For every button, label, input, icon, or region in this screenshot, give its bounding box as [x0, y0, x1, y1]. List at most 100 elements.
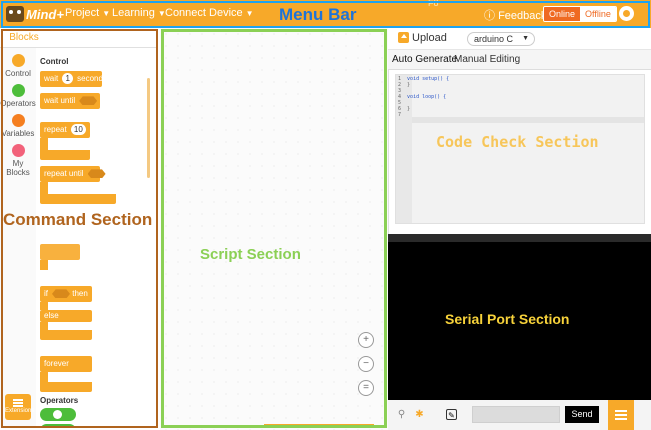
feedback-link[interactable]: ⓘ Feedback [484, 7, 546, 23]
block-text: repeat [44, 125, 67, 134]
category-operators[interactable]: Operators [0, 84, 36, 108]
block-text: else [44, 311, 59, 320]
menu-icon[interactable] [608, 400, 634, 430]
serial-port-section: Serial Port Section [388, 234, 651, 400]
block-text: wait until [44, 96, 76, 105]
block-number-input[interactable]: 10 [70, 124, 86, 135]
condition-slot[interactable] [52, 289, 70, 299]
menu-bar-annotation: Menu Bar [279, 5, 357, 24]
board-select[interactable]: arduino C ▼ [467, 32, 535, 46]
zoom-in-icon[interactable]: + [358, 332, 374, 348]
tab-blocks[interactable]: Blocks [4, 32, 44, 46]
command-section: Blocks Control Operators Variables My Bl… [0, 28, 160, 430]
block-else: else [40, 310, 92, 322]
category-label: Variables [1, 129, 35, 138]
tab-auto-generate[interactable]: Auto Generate [392, 54, 457, 65]
code-editor[interactable]: 1 void setup() { 2 } 3 4 void loop() { 5… [395, 74, 645, 224]
command-section-annotation: Command Section [3, 210, 153, 229]
block-if-arm [40, 302, 48, 310]
block-repeat-foot [40, 150, 90, 160]
category-my-blocks[interactable]: My Blocks [0, 144, 36, 177]
code-text: } [407, 82, 411, 88]
logo-text: Mind+ [26, 6, 64, 22]
mode-offline[interactable]: Offline [580, 7, 616, 21]
category-dot-icon [11, 84, 25, 97]
menu-connect-device-label: Connect Device [165, 7, 243, 19]
mode-toggle[interactable]: Online Offline [543, 6, 617, 22]
palette-scrollbar[interactable] [147, 78, 150, 178]
block-text: wait [44, 74, 59, 83]
block-wait-until[interactable]: wait until [40, 93, 100, 109]
menu-learning[interactable]: Learning ▼ [112, 7, 166, 19]
block-operator-add[interactable] [40, 408, 76, 421]
zoom-reset-icon[interactable]: = [358, 380, 374, 396]
code-mode-tabs: Auto Generate Manual Editing [388, 50, 651, 70]
help-icon: ⓘ [484, 10, 499, 22]
block-repeat-until[interactable]: repeat until [40, 166, 106, 182]
code-text: void setup() { [407, 76, 450, 82]
serial-port-annotation: Serial Port Section [445, 311, 570, 327]
serial-input[interactable] [472, 406, 560, 423]
code-cursor-line [412, 117, 644, 123]
menu-bar: Mind+ Project ▼ Learning ▼ Connect Device ▼… [0, 0, 651, 28]
block-forever-foot [40, 382, 92, 392]
code-toolbar: Upload arduino C ▼ [388, 28, 651, 50]
code-line: 7 [398, 112, 407, 118]
settings-icon[interactable]: ✱ [414, 409, 425, 420]
gear-icon[interactable] [619, 6, 634, 21]
menu-project-label: Project [65, 7, 100, 19]
block-if-partial[interactable] [40, 244, 80, 260]
block-repeat[interactable]: repeat 10 [40, 122, 90, 138]
block-if-foot [40, 330, 92, 340]
chevron-down-icon: ▼ [522, 35, 529, 42]
serial-header [388, 234, 651, 242]
zoom-out-icon[interactable]: − [358, 356, 374, 372]
category-label: Control [5, 69, 31, 78]
block-text: if [44, 289, 48, 298]
block-repeat-until-arm [40, 182, 48, 194]
block-text: forever [44, 359, 69, 368]
block-if-then-else[interactable]: if then [40, 286, 92, 302]
condition-slot[interactable] [87, 169, 106, 179]
extensions-button[interactable]: Extensions [5, 394, 35, 420]
block-repeat-arm [40, 138, 48, 150]
clear-icon[interactable]: ✎ [446, 409, 457, 420]
category-dot-icon [11, 114, 25, 127]
upload-button[interactable]: Upload [412, 32, 447, 44]
tab-manual-editing[interactable]: Manual Editing [454, 54, 520, 65]
menu-project[interactable]: Project ▼ [65, 7, 110, 19]
app-logo[interactable]: Mind+ [6, 4, 64, 24]
usb-icon[interactable]: ⚲ [396, 409, 407, 420]
menu-connect-device[interactable]: Connect Device ▼ [165, 7, 254, 19]
mind-plus-window: Mind+ Project ▼ Learning ▼ Connect Device ▼… [0, 0, 651, 430]
serial-toolbar: ⚲ ✱ ✎ Send [388, 400, 651, 430]
category-list: Control Operators Variables My Blocks [0, 48, 36, 428]
block-text: repeat until [44, 169, 84, 178]
block-forever-arm [40, 372, 48, 382]
zoom-out-glyph: − [363, 358, 369, 369]
category-variables[interactable]: Variables [0, 114, 36, 138]
palette-title-control: Control [40, 57, 69, 66]
script-section[interactable]: Script Section + − = [160, 28, 388, 430]
block-number-input[interactable]: 1 [62, 73, 73, 84]
zoom-in-glyph: + [363, 334, 369, 345]
upload-icon[interactable] [398, 32, 409, 43]
category-control[interactable]: Control [0, 54, 36, 78]
block-else-arm [40, 322, 48, 330]
mode-online[interactable]: Online [544, 7, 581, 21]
palette-title-operators: Operators [40, 396, 79, 405]
extensions-label: Extensions [5, 408, 35, 414]
condition-slot[interactable] [79, 96, 98, 106]
board-select-value: arduino C [474, 34, 514, 44]
code-check-annotation: Code Check Section [436, 133, 599, 151]
send-button[interactable]: Send [565, 406, 599, 423]
feedback-label: Feedback [498, 10, 547, 22]
code-text: void loop() { [407, 94, 447, 100]
block-wait-seconds[interactable]: wait 1 seconds [40, 71, 107, 87]
code-text: } [407, 106, 411, 112]
block-operator-subtract[interactable] [40, 424, 76, 428]
logo-icon [6, 6, 24, 22]
block-forever[interactable]: forever [40, 356, 92, 372]
line-number: 7 [398, 112, 402, 118]
category-dot-icon [11, 54, 25, 67]
